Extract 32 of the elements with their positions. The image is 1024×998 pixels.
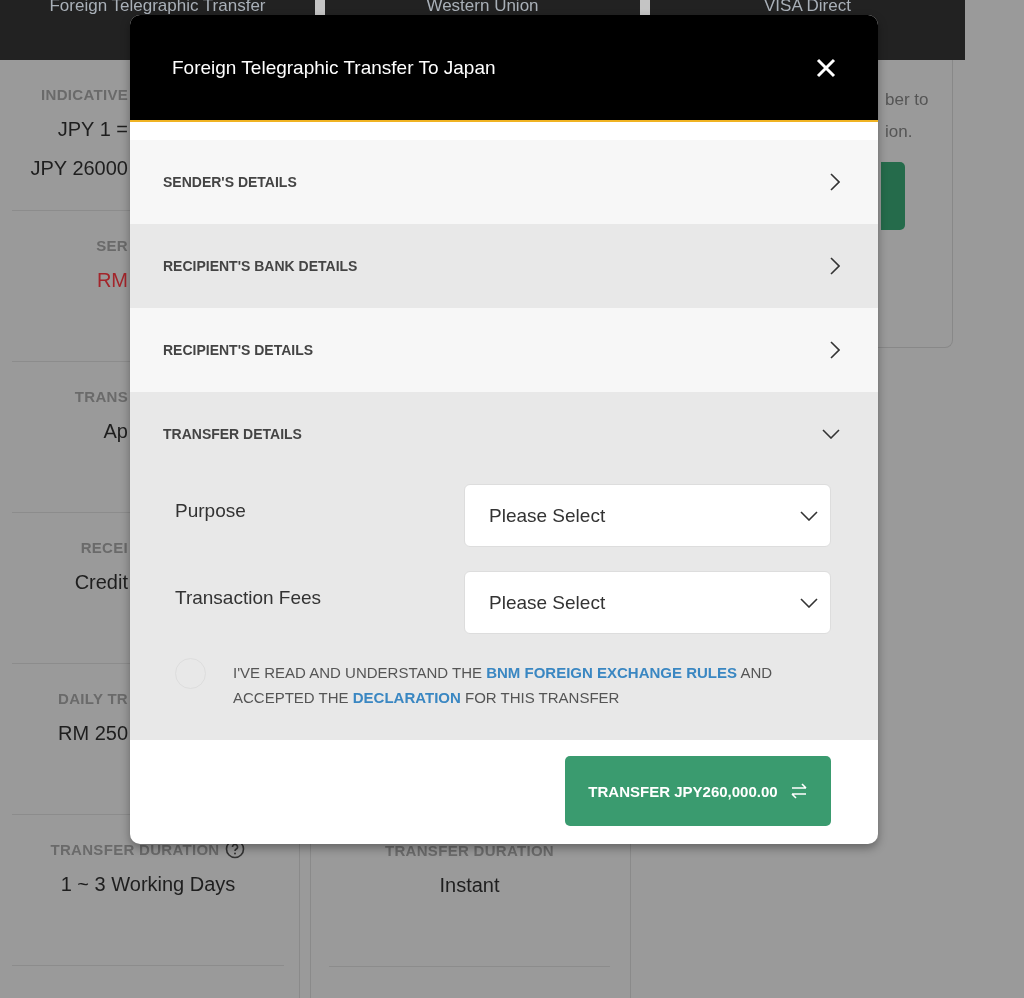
dropdown-field[interactable]: Please Select (464, 484, 831, 547)
dropdown-field[interactable]: Please Select (464, 571, 831, 634)
field-value: JPY 26000 (30, 156, 128, 181)
field-value: 1 ~ 3 Working Days (60, 872, 236, 897)
tab-separator (640, 0, 650, 16)
info-text: ion. (885, 121, 914, 143)
close-button[interactable] (816, 57, 836, 78)
field-label: Purpose (175, 499, 247, 522)
field-value: RM 250 (57, 721, 128, 746)
accordion-header[interactable]: SENDER'S DETAILS (130, 140, 878, 224)
field-value: JPY 1 = (57, 117, 128, 142)
accordion-header[interactable]: RECIPIENT'S DETAILS (130, 308, 878, 392)
info-text: ber to (885, 89, 930, 111)
chevron-right-icon (830, 341, 840, 359)
field-value: Instant (439, 873, 500, 898)
field-value: Credit (74, 570, 128, 595)
chevron-down-icon (800, 597, 818, 608)
chevron-down-icon (822, 429, 840, 439)
declaration-text: I'VE READ AND UNDERSTAND THE BNM FOREIGN EXCHANGE RULES AND ACCEPTED THE DECLARATION FOR THIS TRANSFER (233, 663, 774, 708)
field-label: Transaction Fees (175, 586, 323, 609)
chevron-right-icon (830, 257, 840, 275)
field-value: Ap (103, 419, 128, 444)
accordion-header[interactable]: TRANSFER DETAILS (130, 392, 878, 476)
field-value: RM (96, 268, 128, 293)
dialog-title: Foreign Telegraphic Transfer To Japan (172, 56, 496, 79)
swap-icon (789, 783, 808, 799)
chevron-down-icon (800, 510, 818, 521)
chevron-right-icon (830, 173, 840, 191)
accordion-header[interactable]: RECIPIENT'S BANK DETAILS (130, 224, 878, 308)
action-button[interactable] (881, 162, 905, 230)
close-icon (816, 57, 836, 78)
tab-separator (315, 0, 325, 16)
